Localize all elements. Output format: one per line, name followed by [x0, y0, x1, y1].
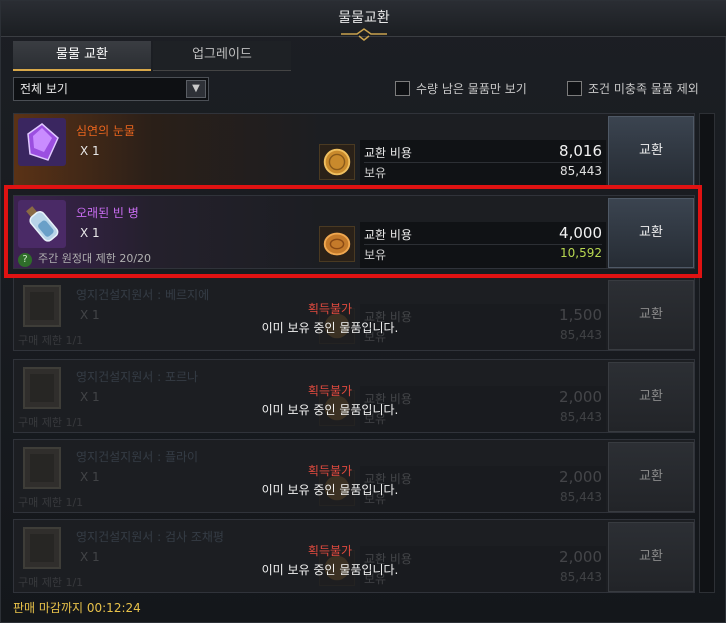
owned-label: 보유: [364, 248, 387, 262]
unavailable-reason: 이미 보유 중인 물품입니다.: [261, 403, 399, 417]
barter-window: 물물교환 물물 교환 업그레이드 전체 보기 ▼ 수량 남은 물품만 보기 조건…: [0, 0, 726, 623]
view-filter-select[interactable]: 전체 보기 ▼: [13, 77, 209, 101]
list-scrollbar[interactable]: [699, 113, 715, 593]
bottle-icon: [18, 200, 66, 248]
book-icon: [23, 527, 61, 569]
owned-value: 85,443: [560, 410, 602, 424]
coin-icon: [319, 144, 355, 180]
exchange-list: 심연의 눈물 X 1 교환 비용 8,016 보유 85,443 교환 오래된 …: [13, 113, 695, 593]
exchange-row: 영지건설지원서 : 플라이 X 1 구매 제한 1/1 교환 비용 2,000 …: [13, 439, 695, 513]
checkbox-icon[interactable]: [567, 81, 582, 96]
exchange-row: 영지건설지원서 : 검사 조채평 X 1 구매 제한 1/1 교환 비용 2,0…: [13, 519, 695, 593]
item-quantity: X 1: [80, 308, 100, 322]
book-icon: [23, 367, 61, 409]
limit-text: 주간 원정대 제한 20/20: [38, 252, 152, 265]
exchange-row: 영지건설지원서 : 베르지에 X 1 구매 제한 1/1 교환 비용 1,500…: [13, 277, 695, 351]
cost-value: 4,000: [559, 224, 602, 242]
divider: [364, 162, 602, 163]
unavailable-label: 획득불가: [307, 302, 353, 316]
purchase-limit: 구매 제한 1/1: [18, 416, 84, 429]
tab-upgrade[interactable]: 업그레이드: [153, 41, 291, 71]
cost-label: 교환 비용: [364, 146, 412, 160]
unavailable-reason: 이미 보유 중인 물품입니다.: [261, 563, 399, 577]
book-icon: [23, 285, 61, 327]
cost-panel: 교환 비용 8,016 보유 85,443: [360, 140, 606, 186]
unavailable-reason: 이미 보유 중인 물품입니다.: [261, 321, 399, 335]
exchange-button[interactable]: 교환: [608, 362, 694, 432]
owned-value: 85,443: [560, 164, 602, 178]
owned-value: 85,443: [560, 490, 602, 504]
cost-value: 2,000: [559, 468, 602, 486]
owned-value: 10,592: [560, 246, 602, 260]
cost-panel: 교환 비용 4,000 보유 10,592: [360, 222, 606, 268]
view-filter-value: 전체 보기: [20, 82, 68, 96]
item-quantity: X 1: [80, 550, 100, 564]
item-name: 오래된 빈 병: [76, 206, 139, 220]
purchase-limit: 구매 제한 1/1: [18, 496, 84, 509]
item-quantity: X 1: [80, 390, 100, 404]
book-icon: [23, 447, 61, 489]
exchange-button[interactable]: 교환: [608, 280, 694, 350]
exclude-unmet-checkbox[interactable]: 조건 미충족 물품 제외: [567, 80, 699, 98]
cost-value: 8,016: [559, 142, 602, 160]
item-quantity: X 1: [80, 144, 100, 158]
unavailable-message: 획득불가 이미 보유 중인 물품입니다.: [210, 462, 450, 498]
weekly-limit: ? 주간 원정대 제한 20/20: [18, 250, 151, 267]
exchange-row: 심연의 눈물 X 1 교환 비용 8,016 보유 85,443 교환: [13, 113, 695, 187]
checkbox-label: 수량 남은 물품만 보기: [416, 82, 527, 96]
item-name: 영지건설지원서 : 검사 조채평: [76, 530, 224, 544]
tab-barter[interactable]: 물물 교환: [13, 41, 151, 71]
divider: [364, 244, 602, 245]
filter-row: 전체 보기 ▼ 수량 남은 물품만 보기 조건 미충족 물품 제외: [13, 77, 715, 101]
unavailable-label: 획득불가: [307, 464, 353, 478]
exchange-button[interactable]: 교환: [608, 442, 694, 512]
owned-value: 85,443: [560, 570, 602, 584]
item-panel: 심연의 눈물 X 1: [14, 114, 324, 186]
remaining-only-checkbox[interactable]: 수량 남은 물품만 보기: [395, 80, 527, 98]
unavailable-label: 획득불가: [307, 384, 353, 398]
exchange-button[interactable]: 교환: [608, 198, 694, 268]
item-name: 영지건설지원서 : 플라이: [76, 450, 199, 464]
cost-label: 교환 비용: [364, 228, 412, 242]
item-name: 심연의 눈물: [76, 124, 136, 138]
unavailable-message: 획득불가 이미 보유 중인 물품입니다.: [210, 382, 450, 418]
checkbox-label: 조건 미충족 물품 제외: [588, 82, 699, 96]
purchase-limit: 구매 제한 1/1: [18, 576, 84, 589]
item-quantity: X 1: [80, 470, 100, 484]
title-ornament-icon: [341, 28, 387, 41]
owned-value: 85,443: [560, 328, 602, 342]
exchange-button[interactable]: 교환: [608, 522, 694, 592]
unavailable-reason: 이미 보유 중인 물품입니다.: [261, 483, 399, 497]
unavailable-message: 획득불가 이미 보유 중인 물품입니다.: [210, 542, 450, 578]
cost-value: 2,000: [559, 548, 602, 566]
unavailable-label: 획득불가: [307, 544, 353, 558]
chevron-down-icon[interactable]: ▼: [186, 80, 206, 98]
exchange-button[interactable]: 교환: [608, 116, 694, 186]
exchange-row: 영지건설지원서 : 포르나 X 1 구매 제한 1/1 교환 비용 2,000 …: [13, 359, 695, 433]
purchase-limit: 구매 제한 1/1: [18, 334, 84, 347]
item-name: 영지건설지원서 : 포르나: [76, 370, 199, 384]
sale-deadline: 판매 마감까지 00:12:24: [13, 601, 141, 615]
item-panel: 오래된 빈 병 X 1 ? 주간 원정대 제한 20/20: [14, 196, 324, 268]
unavailable-message: 획득불가 이미 보유 중인 물품입니다.: [210, 300, 450, 336]
owned-label: 보유: [364, 166, 387, 180]
question-icon[interactable]: ?: [18, 253, 32, 267]
cost-value: 2,000: [559, 388, 602, 406]
item-quantity: X 1: [80, 226, 100, 240]
checkbox-icon[interactable]: [395, 81, 410, 96]
exchange-row: 오래된 빈 병 X 1 ? 주간 원정대 제한 20/20 교환 비용 4,000…: [13, 195, 695, 269]
item-name: 영지건설지원서 : 베르지에: [76, 288, 210, 302]
cost-value: 1,500: [559, 306, 602, 324]
coin-icon: [319, 226, 355, 262]
purple-gem-icon: [18, 118, 66, 166]
